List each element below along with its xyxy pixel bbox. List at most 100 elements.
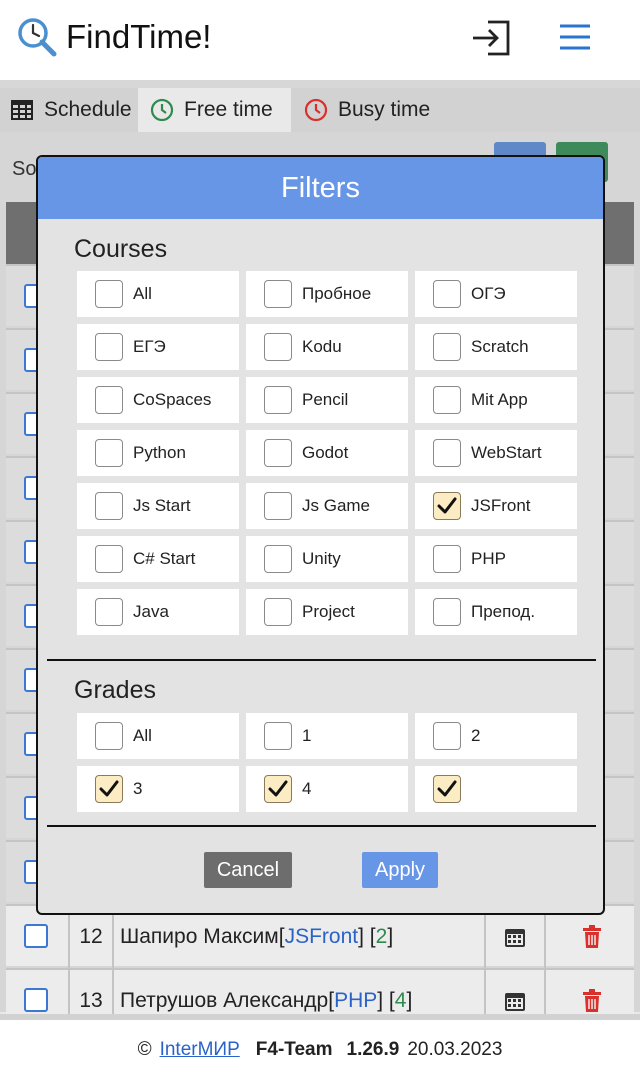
course-option-label: JSFront	[471, 496, 531, 515]
clock-search-icon	[18, 18, 57, 57]
checkbox[interactable]	[264, 439, 292, 467]
student-course[interactable]: PHP	[334, 989, 377, 1013]
course-option[interactable]: Js Game	[246, 483, 408, 529]
course-option[interactable]: Project	[246, 589, 408, 635]
app-header: FindTime!	[0, 0, 640, 80]
checkbox[interactable]	[433, 598, 461, 626]
checkmark-icon	[437, 497, 457, 514]
course-option-label: Pencil	[302, 390, 349, 409]
course-option-label: ЕГЭ	[133, 337, 166, 356]
checkbox[interactable]	[433, 386, 461, 414]
student-course[interactable]: JSFront	[285, 925, 359, 949]
student-name: Шапиро Максим	[120, 925, 279, 948]
checkbox-checked[interactable]	[95, 775, 123, 803]
checkbox[interactable]	[433, 333, 461, 361]
course-option[interactable]: CoSpaces	[77, 377, 239, 423]
checkbox[interactable]	[95, 280, 123, 308]
grade-option-label: 2	[471, 726, 481, 745]
sort-label: So	[12, 158, 37, 180]
row-checkbox[interactable]	[24, 924, 48, 948]
course-option[interactable]: ОГЭ	[415, 271, 577, 317]
course-option[interactable]: Scratch	[415, 324, 577, 370]
course-option[interactable]: Kodu	[246, 324, 408, 370]
course-option-label: Kodu	[302, 337, 342, 356]
checkbox-checked[interactable]	[433, 492, 461, 520]
tab-busy-time[interactable]: Busy time	[304, 88, 430, 132]
row-student[interactable]: Шапиро Максим [JSFront] [2]	[120, 906, 393, 968]
intermir-link[interactable]: InterМИР	[160, 1039, 240, 1061]
grade-option[interactable]: 2	[415, 713, 577, 759]
calendar-icon[interactable]	[484, 906, 546, 968]
checkbox[interactable]	[264, 545, 292, 573]
checkbox[interactable]	[264, 333, 292, 361]
course-option[interactable]: Java	[77, 589, 239, 635]
course-option-label: CoSpaces	[133, 390, 212, 409]
checkbox[interactable]	[95, 386, 123, 414]
course-option[interactable]: Пробное	[246, 271, 408, 317]
course-option[interactable]: Mit App	[415, 377, 577, 423]
checkbox[interactable]	[95, 333, 123, 361]
checkbox[interactable]	[264, 386, 292, 414]
checkbox[interactable]	[264, 280, 292, 308]
modal-title: Filters	[281, 171, 360, 204]
grade-option[interactable]: 1	[246, 713, 408, 759]
course-option[interactable]: C# Start	[77, 536, 239, 582]
course-option[interactable]: Unity	[246, 536, 408, 582]
grade-option[interactable]	[415, 766, 577, 812]
student-grade: 2	[375, 925, 388, 948]
checkmark-icon	[99, 780, 119, 797]
grade-option[interactable]: 4	[246, 766, 408, 812]
trash-icon[interactable]	[566, 906, 618, 968]
apply-button[interactable]: Apply	[362, 852, 438, 888]
team-name: F4-Team	[255, 1039, 333, 1060]
course-option[interactable]: PHP	[415, 536, 577, 582]
row-checkbox[interactable]	[24, 988, 48, 1012]
checkbox[interactable]	[95, 722, 123, 750]
tab-schedule[interactable]: Schedule	[10, 88, 132, 132]
checkmark-icon	[268, 780, 288, 797]
course-option[interactable]: Pencil	[246, 377, 408, 423]
course-option[interactable]: Python	[77, 430, 239, 476]
checkbox[interactable]	[433, 722, 461, 750]
checkbox[interactable]	[264, 598, 292, 626]
courses-section-title: Courses	[74, 235, 168, 263]
course-option[interactable]: WebStart	[415, 430, 577, 476]
tab-free-time[interactable]: Free time	[138, 88, 291, 132]
course-option-label: Scratch	[471, 337, 529, 356]
course-option-label: Project	[302, 602, 355, 621]
checkbox[interactable]	[433, 439, 461, 467]
footer-divider	[47, 825, 596, 827]
table-grid-icon	[11, 100, 33, 120]
course-option[interactable]: JSFront	[415, 483, 577, 529]
checkbox[interactable]	[95, 492, 123, 520]
filters-modal: Filters Courses All Пробное ОГЭ ЕГЭ Kodu Scra…	[36, 155, 605, 915]
student-grade: 4	[394, 989, 407, 1012]
header-divider	[0, 80, 640, 88]
checkbox[interactable]	[433, 280, 461, 308]
course-option[interactable]: ЕГЭ	[77, 324, 239, 370]
checkbox-checked[interactable]	[264, 775, 292, 803]
course-option[interactable]: Препод.	[415, 589, 577, 635]
checkbox[interactable]	[95, 598, 123, 626]
course-option[interactable]: All	[77, 271, 239, 317]
tab-busy-time-label: Busy time	[338, 98, 431, 121]
checkbox[interactable]	[433, 545, 461, 573]
course-option-label: Python	[133, 443, 186, 462]
hamburger-menu-icon[interactable]	[558, 22, 592, 52]
release-date: 20.03.2023	[407, 1039, 503, 1060]
checkbox[interactable]	[264, 722, 292, 750]
checkbox[interactable]	[95, 439, 123, 467]
clock-green-icon	[150, 98, 174, 122]
course-option[interactable]: Js Start	[77, 483, 239, 529]
course-option-label: Godot	[302, 443, 349, 462]
login-icon[interactable]	[470, 18, 512, 58]
checkbox[interactable]	[95, 545, 123, 573]
app-footer: © InterМИР F4-Team 1.26.9 20.03.2023	[0, 1014, 640, 1080]
cancel-button[interactable]: Cancel	[204, 852, 292, 888]
grade-option[interactable]: All	[77, 713, 239, 759]
course-option[interactable]: Godot	[246, 430, 408, 476]
checkbox[interactable]	[264, 492, 292, 520]
course-option-label: PHP	[471, 549, 506, 568]
grade-option[interactable]: 3	[77, 766, 239, 812]
checkbox-checked[interactable]	[433, 775, 461, 803]
